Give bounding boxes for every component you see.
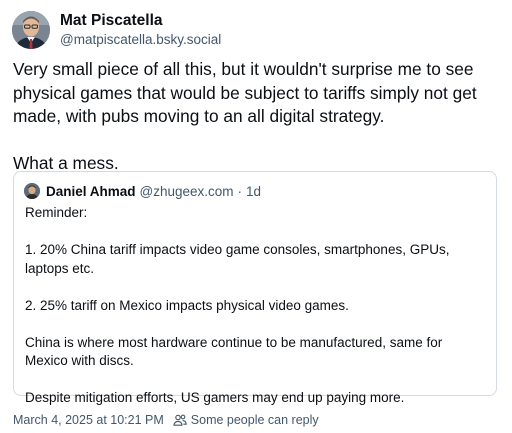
quoted-post[interactable]: Daniel Ahmad @zhugeex.com · 1d Reminder:… — [13, 171, 497, 405]
author-avatar[interactable] — [12, 11, 50, 49]
author-avatar-image — [12, 11, 50, 49]
quoted-post-time[interactable]: 1d — [246, 184, 261, 199]
author-handle[interactable]: @matpiscatella.bsky.social — [60, 31, 221, 49]
quoted-paragraph: Reminder: — [25, 205, 88, 220]
quoted-paragraph: 1. 20% China tariff impacts video game c… — [25, 242, 450, 276]
reply-setting[interactable]: Some people can reply — [191, 413, 319, 427]
header-separator: · — [237, 183, 243, 199]
post: Mat Piscatella @matpiscatella.bsky.socia… — [0, 0, 512, 433]
quoted-author-avatar-image — [24, 183, 40, 199]
people-icon — [173, 413, 187, 427]
post-paragraph: Very small piece of all this, but it wou… — [13, 59, 477, 126]
quoted-author-name[interactable]: Daniel Ahmad — [46, 184, 136, 199]
quoted-paragraph: Despite mitigation efforts, US gamers ma… — [25, 390, 405, 405]
post-timestamp[interactable]: March 4, 2025 at 10:21 PM — [13, 413, 164, 427]
post-footer: March 4, 2025 at 10:21 PM Some people ca… — [13, 411, 319, 429]
quoted-author-avatar[interactable] — [24, 183, 40, 199]
author-name[interactable]: Mat Piscatella — [60, 11, 221, 30]
quoted-paragraph: China is where most hardware continue to… — [25, 334, 443, 369]
quoted-post-text: Reminder: 1. 20% China tariff impacts vi… — [25, 204, 487, 408]
quoted-post-header: Daniel Ahmad @zhugeex.com · 1d — [24, 182, 261, 200]
quoted-author-handle[interactable]: @zhugeex.com — [140, 184, 234, 199]
quoted-paragraph: 2. 25% tariff on Mexico impacts physical… — [25, 297, 349, 313]
author-block: Mat Piscatella @matpiscatella.bsky.socia… — [60, 11, 221, 49]
post-text: Very small piece of all this, but it wou… — [13, 58, 501, 176]
